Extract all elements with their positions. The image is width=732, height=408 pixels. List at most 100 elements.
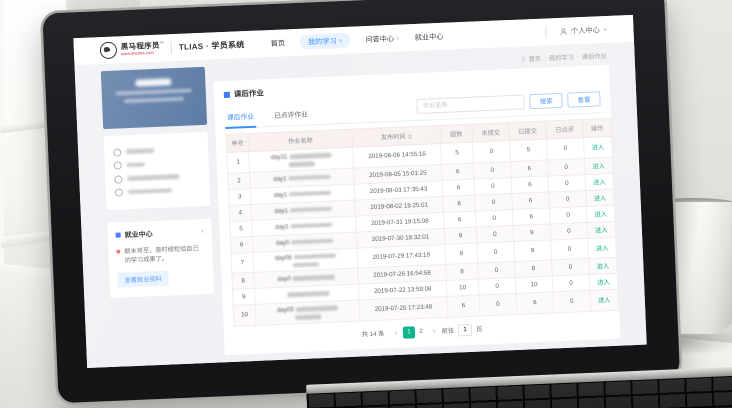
homework-name-blurred (296, 306, 338, 312)
breadcrumb-item[interactable]: 课后作业 (582, 51, 607, 61)
enter-link[interactable]: 进入 (596, 245, 609, 253)
enter-link[interactable]: 进入 (595, 227, 608, 235)
homework-name-blurred (294, 253, 336, 259)
info-icon (115, 188, 123, 196)
total-count: 共 14 条 (362, 329, 385, 339)
cell-question-count: 8 (446, 263, 479, 280)
cell-index: 1 (227, 152, 250, 173)
tab-reviewed-homework[interactable]: 已点评作业 (272, 105, 311, 126)
homework-search-input[interactable] (417, 94, 526, 114)
blue-square-icon (116, 232, 121, 237)
cell-question-count: 6 (447, 295, 480, 317)
nav-item[interactable]: 首页 (270, 38, 285, 49)
sort-caret-icon[interactable] (408, 134, 412, 140)
cell-submitted: 5 (510, 139, 548, 161)
enter-link[interactable]: 进入 (597, 263, 610, 271)
cell-index: 8 (232, 272, 255, 289)
enter-link[interactable]: 进入 (594, 211, 607, 219)
cell-submitted: 10 (515, 276, 553, 294)
tab-pending-homework[interactable]: 课后作业 (224, 108, 256, 129)
user-menu-label: 个人中心 (571, 25, 600, 36)
cell-reviewed: 0 (547, 158, 585, 176)
employment-material-button[interactable]: 查看就业资料 (117, 270, 169, 287)
enter-link[interactable]: 进入 (592, 163, 605, 171)
info-icon (113, 148, 121, 156)
photo-scene: 黑马程序员™ www.itheima.com TLIAS · 学员系统 首页我的… (0, 0, 732, 408)
page-button[interactable]: 2 (415, 325, 427, 337)
cell-not-submitted: 0 (479, 293, 517, 315)
homework-name-prefix: day0 (277, 275, 291, 283)
chevron-down-icon: ∨ (395, 35, 400, 41)
reset-button[interactable]: 重置 (567, 91, 600, 107)
blue-square-icon (224, 91, 230, 97)
prev-page-button[interactable]: ‹ (392, 328, 399, 337)
homework-card: 课后作业 课后作业已点评作业 搜索 重置 (213, 65, 620, 355)
info-value-blurred (127, 162, 145, 167)
cell-question-count: 9 (445, 243, 478, 265)
nav-item-label: 首页 (270, 38, 285, 49)
cell-not-submitted: 0 (476, 225, 514, 243)
page-buttons: 12 (403, 325, 427, 338)
enter-link[interactable]: 进入 (598, 297, 611, 305)
nav-item[interactable]: 就业中心 (415, 31, 444, 42)
browser-screen: 黑马程序员™ www.itheima.com TLIAS · 学员系统 首页我的… (73, 15, 646, 368)
enter-link[interactable]: 进入 (593, 179, 606, 187)
enter-link[interactable]: 进入 (597, 279, 610, 287)
page-suffix: 页 (476, 324, 483, 333)
page-button[interactable]: 1 (403, 326, 415, 338)
cell-index: 5 (230, 220, 253, 237)
cell-submitted: 9 (513, 223, 551, 241)
breadcrumb-item[interactable]: 首页 (528, 54, 541, 64)
info-row (115, 185, 201, 197)
cell-published-time: 2019-07-20 17:23:48 (359, 296, 448, 320)
cell-reviewed: 0 (552, 258, 590, 276)
homework-name-blurred (289, 174, 331, 180)
next-page-button[interactable]: › (431, 326, 438, 335)
homework-name-prefix: day05 (277, 306, 294, 314)
breadcrumb-item[interactable]: 我的学习 (549, 52, 574, 62)
homework-name-blurred (289, 190, 331, 196)
nav-item[interactable]: 问答中心∨ (365, 33, 400, 44)
page-body: 就业中心 › 期末将至，是时候检验自己的学习成果了。 查看就业资料 (75, 43, 647, 368)
homework-name-blurred (287, 291, 329, 297)
nav-item-label: 我的学习 (308, 36, 337, 47)
column-header: 未提交 (472, 123, 510, 143)
enter-link[interactable]: 进入 (594, 195, 607, 203)
search-group: 搜索 重置 (417, 91, 601, 120)
sidebar: 就业中心 › 期末将至，是时候检验自己的学习成果了。 查看就业资料 (101, 67, 214, 298)
homework-name-blurred (292, 262, 318, 268)
cell-index: 9 (233, 288, 256, 305)
laptop: 黑马程序员™ www.itheima.com TLIAS · 学员系统 首页我的… (42, 0, 680, 403)
goto-page-input[interactable] (458, 323, 472, 336)
cell-reviewed: 0 (547, 138, 585, 160)
cell-submitted: 6 (511, 176, 549, 194)
cell-reviewed: 0 (549, 190, 587, 208)
cell-question-count: 10 (446, 279, 479, 296)
homework-name-blurred (291, 222, 333, 228)
brand-text: 黑马程序员™ www.itheima.com (121, 41, 165, 56)
homework-name-prefix: day11 (271, 153, 288, 161)
goto-label: 前往 (441, 326, 454, 336)
cell-submitted: 6 (510, 160, 548, 178)
user-menu[interactable]: 个人中心 ∨ (536, 23, 608, 39)
column-header: 已点评 (546, 120, 584, 140)
enter-link[interactable]: 进入 (592, 144, 605, 152)
cell-index: 2 (228, 172, 251, 189)
home-icon: ⌂ (521, 55, 526, 62)
info-icon (114, 161, 122, 169)
cell-question-count: 5 (441, 142, 474, 164)
nav-item-label: 就业中心 (415, 31, 444, 42)
employment-header[interactable]: 就业中心 › (115, 227, 203, 241)
nav-item-label: 问答中心 (365, 33, 394, 44)
cell-not-submitted: 0 (475, 193, 513, 211)
chevron-down-icon: ∨ (603, 26, 608, 32)
search-button[interactable]: 搜索 (530, 93, 563, 109)
nav-item[interactable]: 我的学习∨ (300, 33, 351, 50)
column-header: 题数 (440, 124, 473, 143)
brand-url: www.itheima.com (121, 50, 164, 56)
breadcrumb: ⌂首页·我的学习·课后作业 (521, 51, 607, 64)
homework-name-prefix: day1 (275, 223, 289, 231)
cell-question-count: 6 (443, 211, 476, 228)
divider (545, 25, 547, 38)
info-value-blurred (127, 174, 179, 181)
